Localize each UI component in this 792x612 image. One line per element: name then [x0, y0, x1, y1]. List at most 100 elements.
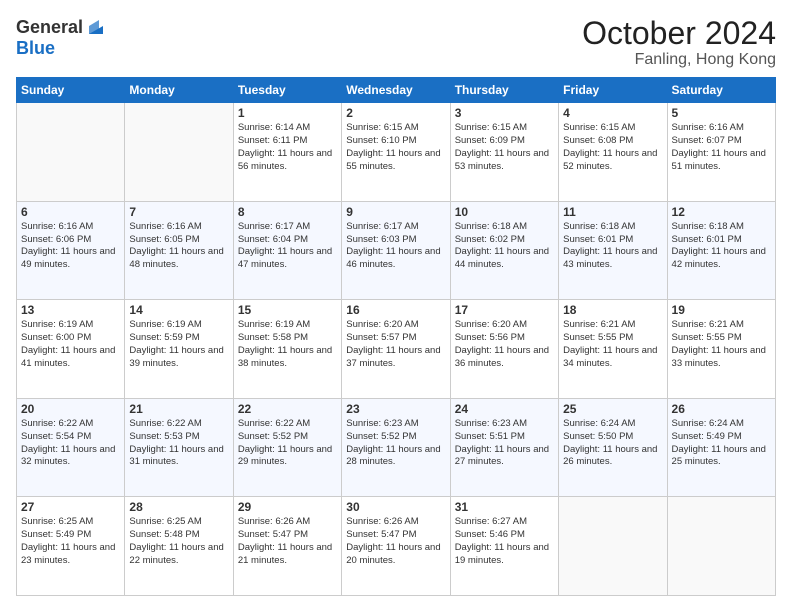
cell-info: Sunrise: 6:18 AM Sunset: 6:02 PM Dayligh… — [455, 221, 554, 272]
calendar-cell: 16 Sunrise: 6:20 AM Sunset: 5:57 PM Dayli… — [342, 300, 450, 399]
day-number: 2 — [346, 106, 445, 120]
day-number: 13 — [21, 303, 120, 317]
day-number: 24 — [455, 402, 554, 416]
calendar-cell: 29 Sunrise: 6:26 AM Sunset: 5:47 PM Dayli… — [233, 497, 341, 596]
day-number: 14 — [129, 303, 228, 317]
calendar-cell: 15Sunrise: 6:19 AM Sunset: 5:58 PM Dayli… — [233, 300, 341, 399]
cell-info: Sunrise: 6:19 AM Sunset: 6:00 PM Dayligh… — [21, 319, 120, 370]
day-number: 17 — [455, 303, 554, 317]
calendar-cell: 20 Sunrise: 6:22 AM Sunset: 5:54 PM Dayli… — [17, 398, 125, 497]
calendar-cell: 23Sunrise: 6:23 AM Sunset: 5:52 PM Dayli… — [342, 398, 450, 497]
cell-info: Sunrise: 6:15 AM Sunset: 6:10 PM Dayligh… — [346, 122, 445, 173]
calendar-cell: 25 Sunrise: 6:24 AM Sunset: 5:50 PM Dayli… — [559, 398, 667, 497]
day-number: 4 — [563, 106, 662, 120]
cell-info: Sunrise: 6:17 AM Sunset: 6:03 PM Dayligh… — [346, 221, 445, 272]
cell-info: Sunrise: 6:19 AM Sunset: 5:59 PM Dayligh… — [129, 319, 228, 370]
cell-info: Sunrise: 6:15 AM Sunset: 6:09 PM Dayligh… — [455, 122, 554, 173]
calendar-cell: 5Sunrise: 6:16 AM Sunset: 6:07 PM Daylig… — [667, 103, 775, 202]
calendar-cell: 4 Sunrise: 6:15 AM Sunset: 6:08 PM Daylig… — [559, 103, 667, 202]
day-number: 12 — [672, 205, 771, 219]
col-header-friday: Friday — [559, 78, 667, 103]
calendar-cell: 27 Sunrise: 6:25 AM Sunset: 5:49 PM Dayli… — [17, 497, 125, 596]
cell-info: Sunrise: 6:21 AM Sunset: 5:55 PM Dayligh… — [563, 319, 662, 370]
logo-general: General — [16, 17, 83, 38]
cell-info: Sunrise: 6:22 AM Sunset: 5:54 PM Dayligh… — [21, 418, 120, 469]
day-number: 31 — [455, 500, 554, 514]
cell-info: Sunrise: 6:18 AM Sunset: 6:01 PM Dayligh… — [563, 221, 662, 272]
col-header-wednesday: Wednesday — [342, 78, 450, 103]
col-header-monday: Monday — [125, 78, 233, 103]
calendar-cell: 13 Sunrise: 6:19 AM Sunset: 6:00 PM Dayli… — [17, 300, 125, 399]
day-number: 29 — [238, 500, 337, 514]
day-number: 16 — [346, 303, 445, 317]
day-number: 7 — [129, 205, 228, 219]
cell-info: Sunrise: 6:26 AM Sunset: 5:47 PM Dayligh… — [346, 516, 445, 567]
cell-info: Sunrise: 6:16 AM Sunset: 6:05 PM Dayligh… — [129, 221, 228, 272]
cell-info: Sunrise: 6:25 AM Sunset: 5:49 PM Dayligh… — [21, 516, 120, 567]
cell-info: Sunrise: 6:17 AM Sunset: 6:04 PM Dayligh… — [238, 221, 337, 272]
calendar-cell: 12 Sunrise: 6:18 AM Sunset: 6:01 PM Dayli… — [667, 201, 775, 300]
calendar-cell — [125, 103, 233, 202]
month-title: October 2024 — [582, 16, 776, 51]
cell-info: Sunrise: 6:22 AM Sunset: 5:53 PM Dayligh… — [129, 418, 228, 469]
day-number: 28 — [129, 500, 228, 514]
col-header-saturday: Saturday — [667, 78, 775, 103]
calendar-cell — [17, 103, 125, 202]
calendar-cell: 17 Sunrise: 6:20 AM Sunset: 5:56 PM Dayli… — [450, 300, 558, 399]
cell-info: Sunrise: 6:25 AM Sunset: 5:48 PM Dayligh… — [129, 516, 228, 567]
calendar-cell: 30Sunrise: 6:26 AM Sunset: 5:47 PM Dayli… — [342, 497, 450, 596]
page: General Blue October 2024 Fanling, Hong … — [0, 0, 792, 612]
day-number: 15 — [238, 303, 337, 317]
day-number: 21 — [129, 402, 228, 416]
day-number: 26 — [672, 402, 771, 416]
day-number: 20 — [21, 402, 120, 416]
calendar-cell: 10Sunrise: 6:18 AM Sunset: 6:02 PM Dayli… — [450, 201, 558, 300]
calendar-cell: 28 Sunrise: 6:25 AM Sunset: 5:48 PM Dayli… — [125, 497, 233, 596]
calendar-week-3: 20 Sunrise: 6:22 AM Sunset: 5:54 PM Dayli… — [17, 398, 776, 497]
cell-info: Sunrise: 6:23 AM Sunset: 5:52 PM Dayligh… — [346, 418, 445, 469]
calendar-cell: 6Sunrise: 6:16 AM Sunset: 6:06 PM Daylig… — [17, 201, 125, 300]
calendar-cell: 21 Sunrise: 6:22 AM Sunset: 5:53 PM Dayli… — [125, 398, 233, 497]
col-header-tuesday: Tuesday — [233, 78, 341, 103]
day-number: 27 — [21, 500, 120, 514]
day-number: 19 — [672, 303, 771, 317]
calendar-cell: 24 Sunrise: 6:23 AM Sunset: 5:51 PM Dayli… — [450, 398, 558, 497]
day-number: 22 — [238, 402, 337, 416]
day-number: 11 — [563, 205, 662, 219]
cell-info: Sunrise: 6:16 AM Sunset: 6:07 PM Dayligh… — [672, 122, 771, 173]
calendar-week-4: 27 Sunrise: 6:25 AM Sunset: 5:49 PM Dayli… — [17, 497, 776, 596]
calendar-header-row: SundayMondayTuesdayWednesdayThursdayFrid… — [17, 78, 776, 103]
cell-info: Sunrise: 6:23 AM Sunset: 5:51 PM Dayligh… — [455, 418, 554, 469]
calendar-cell: 26Sunrise: 6:24 AM Sunset: 5:49 PM Dayli… — [667, 398, 775, 497]
col-header-sunday: Sunday — [17, 78, 125, 103]
col-header-thursday: Thursday — [450, 78, 558, 103]
day-number: 18 — [563, 303, 662, 317]
calendar-cell: 9 Sunrise: 6:17 AM Sunset: 6:03 PM Daylig… — [342, 201, 450, 300]
cell-info: Sunrise: 6:26 AM Sunset: 5:47 PM Dayligh… — [238, 516, 337, 567]
cell-info: Sunrise: 6:20 AM Sunset: 5:56 PM Dayligh… — [455, 319, 554, 370]
cell-info: Sunrise: 6:18 AM Sunset: 6:01 PM Dayligh… — [672, 221, 771, 272]
cell-info: Sunrise: 6:22 AM Sunset: 5:52 PM Dayligh… — [238, 418, 337, 469]
calendar-cell: 7 Sunrise: 6:16 AM Sunset: 6:05 PM Daylig… — [125, 201, 233, 300]
day-number: 8 — [238, 205, 337, 219]
calendar-cell — [559, 497, 667, 596]
day-number: 1 — [238, 106, 337, 120]
logo-blue: Blue — [16, 38, 55, 59]
cell-info: Sunrise: 6:24 AM Sunset: 5:50 PM Dayligh… — [563, 418, 662, 469]
day-number: 9 — [346, 205, 445, 219]
calendar-cell: 18 Sunrise: 6:21 AM Sunset: 5:55 PM Dayli… — [559, 300, 667, 399]
calendar-week-2: 13 Sunrise: 6:19 AM Sunset: 6:00 PM Dayli… — [17, 300, 776, 399]
title-block: October 2024 Fanling, Hong Kong — [582, 16, 776, 69]
logo: General Blue — [16, 16, 107, 59]
header: General Blue October 2024 Fanling, Hong … — [16, 16, 776, 69]
cell-info: Sunrise: 6:20 AM Sunset: 5:57 PM Dayligh… — [346, 319, 445, 370]
calendar-cell: 8 Sunrise: 6:17 AM Sunset: 6:04 PM Daylig… — [233, 201, 341, 300]
calendar-cell: 14 Sunrise: 6:19 AM Sunset: 5:59 PM Dayli… — [125, 300, 233, 399]
calendar-cell: 19 Sunrise: 6:21 AM Sunset: 5:55 PM Dayli… — [667, 300, 775, 399]
location-title: Fanling, Hong Kong — [582, 51, 776, 69]
calendar-cell — [667, 497, 775, 596]
cell-info: Sunrise: 6:15 AM Sunset: 6:08 PM Dayligh… — [563, 122, 662, 173]
day-number: 25 — [563, 402, 662, 416]
cell-info: Sunrise: 6:14 AM Sunset: 6:11 PM Dayligh… — [238, 122, 337, 173]
cell-info: Sunrise: 6:21 AM Sunset: 5:55 PM Dayligh… — [672, 319, 771, 370]
